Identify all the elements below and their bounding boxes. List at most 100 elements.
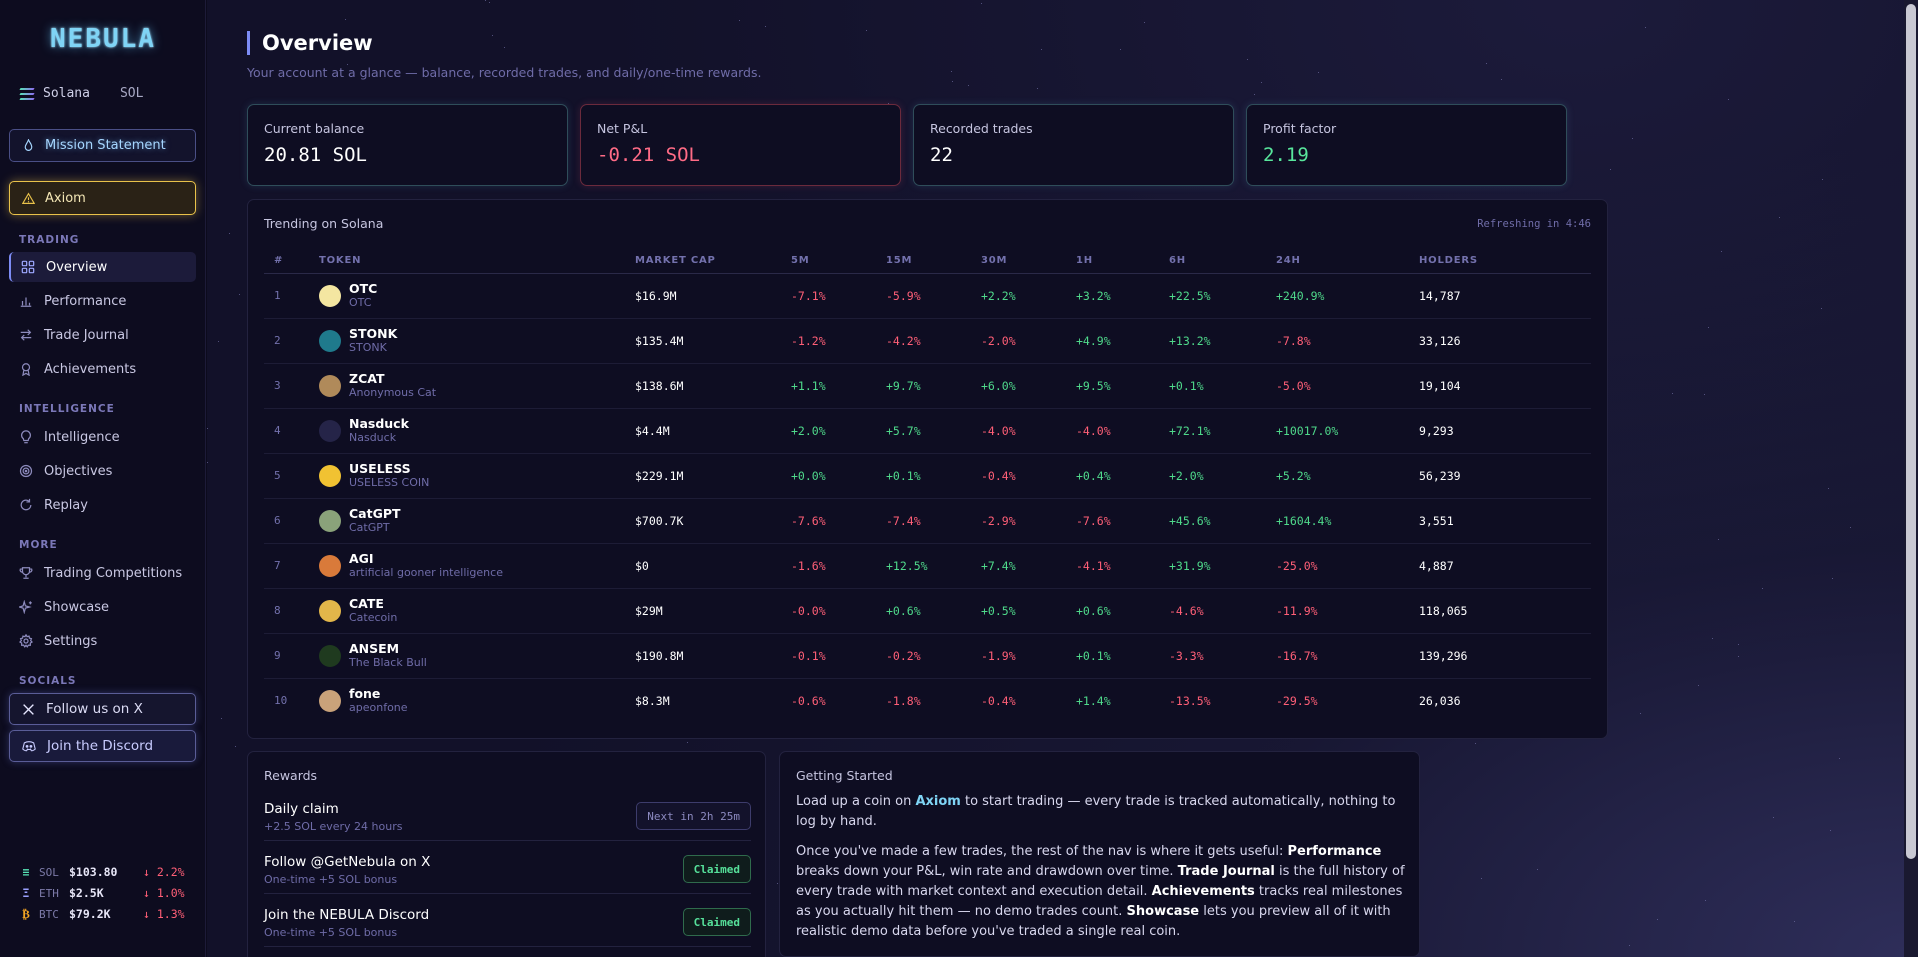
table-row[interactable]: 2 STONK STONK $135.4M -1.2% -4.2% -2.0% +4.9% +1… bbox=[264, 318, 1591, 364]
chain-selector[interactable]: Solana SOL bbox=[19, 86, 143, 101]
ticker-sol: ≡ SOL $103.80 ↓ 2.2% bbox=[19, 863, 199, 881]
sidebar-item-settings[interactable]: Settings bbox=[9, 626, 196, 656]
token-subname: Anonymous Cat bbox=[349, 386, 437, 399]
col-5m[interactable]: 5M bbox=[791, 252, 886, 274]
sidebar-item-trade-journal[interactable]: Trade Journal bbox=[9, 320, 196, 350]
row-rank: 6 bbox=[264, 498, 319, 544]
token-text: USELESS USELESS COIN bbox=[349, 462, 429, 490]
token-cell[interactable]: AGI artificial gooner intelligence bbox=[319, 543, 635, 589]
change-h1: -7.6% bbox=[1076, 498, 1169, 544]
token-cell[interactable]: OTC OTC bbox=[319, 273, 635, 319]
change-h24: -11.9% bbox=[1276, 588, 1419, 634]
warning-triangle-icon bbox=[22, 191, 35, 204]
token-cell[interactable]: CATE Catecoin bbox=[319, 588, 635, 634]
change-h24: +5.2% bbox=[1276, 453, 1419, 499]
sidebar-item-overview[interactable]: Overview bbox=[9, 252, 196, 282]
claimed-badge[interactable]: Claimed bbox=[682, 855, 751, 883]
axiom-link[interactable]: Axiom bbox=[915, 794, 960, 809]
table-row[interactable]: 10 fone apeonfone $8.3M -0.6% -1.8% -0.4% +1.4%… bbox=[264, 678, 1591, 723]
sidebar-item-showcase[interactable]: Showcase bbox=[9, 592, 196, 622]
section-more: MORE bbox=[19, 539, 58, 551]
token-cell[interactable]: Nasduck Nasduck bbox=[319, 408, 635, 454]
change-h6: +2.0% bbox=[1169, 453, 1276, 499]
ticker-change: ↓ 1.0% bbox=[143, 886, 185, 900]
token-cell[interactable]: CatGPT CatGPT bbox=[319, 498, 635, 544]
token-text: CATE Catecoin bbox=[349, 597, 397, 625]
reward-subtitle: One-time +5 SOL bonus bbox=[264, 873, 398, 886]
sidebar-item-intelligence[interactable]: Intelligence bbox=[9, 422, 196, 452]
token-cell[interactable]: fone apeonfone bbox=[319, 678, 635, 723]
text-span: Load up a coin on bbox=[796, 794, 916, 809]
stat-value: -0.21 SOL bbox=[597, 144, 700, 166]
token-avatar-icon bbox=[319, 419, 341, 442]
token-cell[interactable]: ZCAT Anonymous Cat bbox=[319, 363, 635, 409]
change-h6: +13.2% bbox=[1169, 318, 1276, 364]
brand-logo[interactable]: NEBULA bbox=[0, 24, 206, 54]
sidebar-item-label: Trading Competitions bbox=[44, 565, 183, 581]
claimed-badge[interactable]: Claimed bbox=[682, 908, 751, 936]
col-holders[interactable]: HOLDERS bbox=[1419, 252, 1591, 274]
sidebar-item-label: Settings bbox=[44, 633, 98, 649]
sidebar-item-trading-competitions[interactable]: Trading Competitions bbox=[9, 558, 196, 588]
discord-icon bbox=[22, 741, 36, 752]
col-1h[interactable]: 1H bbox=[1076, 252, 1169, 274]
col-6h[interactable]: 6H bbox=[1169, 252, 1276, 274]
change-h24: +10017.0% bbox=[1276, 408, 1419, 454]
token-subname: apeonfone bbox=[349, 701, 408, 715]
token-avatar-icon bbox=[319, 329, 341, 352]
sidebar-item-performance[interactable]: Performance bbox=[9, 286, 196, 316]
bitcoin-icon: ₿ bbox=[22, 907, 30, 921]
lightbulb-icon bbox=[21, 430, 31, 444]
reward-join-discord: Join the NEBULA Discord One-time +5 SOL … bbox=[264, 894, 751, 947]
sidebar-item-objectives[interactable]: Objectives bbox=[9, 456, 196, 486]
token-cell[interactable]: ANSEM The Black Bull bbox=[319, 633, 635, 679]
token-cell[interactable]: STONK STONK bbox=[319, 318, 635, 364]
ticker-symbol: SOL bbox=[39, 865, 59, 879]
table-row[interactable]: 3 ZCAT Anonymous Cat $138.6M +1.1% +9.7% +6.0%… bbox=[264, 363, 1591, 409]
col-rank[interactable]: # bbox=[264, 252, 319, 274]
token-subname: The Black Bull bbox=[349, 656, 427, 669]
holders: 139,296 bbox=[1419, 633, 1591, 679]
col-24h[interactable]: 24H bbox=[1276, 252, 1419, 274]
table-row[interactable]: 8 CATE Catecoin $29M -0.0% +0.6% +0.5% +0.6% -4.… bbox=[264, 588, 1591, 634]
table-row[interactable]: 9 ANSEM The Black Bull $190.8M -0.1% -0.2% -1.… bbox=[264, 633, 1591, 679]
table-row[interactable]: 4 Nasduck Nasduck $4.4M +2.0% +5.7% -4.0% -4.0%… bbox=[264, 408, 1591, 454]
scrollbar-track[interactable] bbox=[1904, 0, 1918, 957]
col-30m[interactable]: 30M bbox=[981, 252, 1076, 274]
daily-claim-countdown-button[interactable]: Next in 2h 25m bbox=[636, 802, 751, 830]
col-15m[interactable]: 15M bbox=[886, 252, 981, 274]
follow-x-button[interactable]: Follow us on X bbox=[9, 693, 196, 725]
col-token[interactable]: TOKEN bbox=[319, 252, 635, 274]
stat-value: 20.81 SOL bbox=[264, 144, 367, 166]
join-discord-button[interactable]: Join the Discord bbox=[9, 730, 196, 762]
change-h24: -5.0% bbox=[1276, 363, 1419, 409]
table-row[interactable]: 6 CatGPT CatGPT $700.7K -7.6% -7.4% -2.9% -7.6%… bbox=[264, 498, 1591, 544]
sidebar-item-achievements[interactable]: Achievements bbox=[9, 354, 196, 384]
token-avatar-icon bbox=[319, 284, 341, 307]
scrollbar-thumb[interactable] bbox=[1906, 4, 1916, 859]
sidebar-item-replay[interactable]: Replay bbox=[9, 490, 196, 520]
token-subname: artificial gooner intelligence bbox=[349, 566, 503, 579]
holders: 4,887 bbox=[1419, 543, 1591, 589]
change-h6: +22.5% bbox=[1169, 273, 1276, 319]
table-header-row: # TOKEN MARKET CAP 5M 15M 30M 1H 6H 24H … bbox=[264, 252, 1591, 274]
change-h1: +4.9% bbox=[1076, 318, 1169, 364]
table-row[interactable]: 7 AGI artificial gooner intelligence $0 -1.6… bbox=[264, 543, 1591, 589]
change-m5: -1.6% bbox=[791, 543, 886, 589]
axiom-button[interactable]: Axiom bbox=[9, 181, 196, 215]
change-m5: -0.6% bbox=[791, 693, 826, 708]
change-m5: +1.1% bbox=[791, 363, 886, 409]
table-row[interactable]: 1 OTC OTC $16.9M -7.1% -5.9% +2.2% +3.2% +22.5% +… bbox=[264, 273, 1591, 319]
change-m30: -4.0% bbox=[981, 408, 1076, 454]
stat-value: 2.19 bbox=[1263, 144, 1309, 166]
token-cell[interactable]: USELESS USELESS COIN bbox=[319, 453, 635, 499]
reward-title: Join the NEBULA Discord bbox=[264, 907, 430, 923]
change-m5: +2.0% bbox=[791, 408, 886, 454]
ticker-price: $79.2K bbox=[69, 907, 111, 921]
col-market-cap[interactable]: MARKET CAP bbox=[635, 252, 791, 274]
mission-statement-button[interactable]: Mission Statement bbox=[9, 129, 196, 162]
solana-icon: ≡ bbox=[22, 865, 30, 879]
table-row[interactable]: 5 USELESS USELESS COIN $229.1M +0.0% +0.1% -0.… bbox=[264, 453, 1591, 499]
market-cap: $8.3M bbox=[635, 693, 670, 708]
flame-icon bbox=[24, 139, 33, 151]
